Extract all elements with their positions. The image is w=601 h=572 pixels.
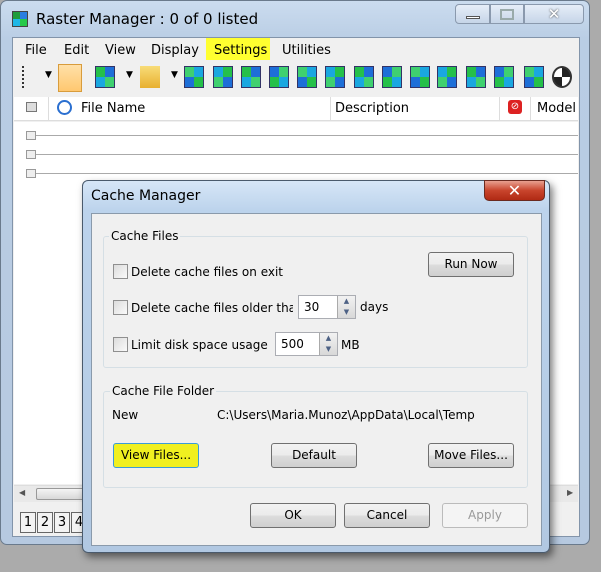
move-files-button[interactable]: Move Files... xyxy=(428,443,514,468)
page-tab-1[interactable]: 1 xyxy=(20,512,36,533)
menu-view[interactable]: View xyxy=(105,43,136,58)
disk-limit-value[interactable]: 500 xyxy=(281,337,304,351)
days-value[interactable]: 30 xyxy=(304,300,319,314)
cache-folder-group xyxy=(103,391,528,488)
raster-detach-icon[interactable] xyxy=(297,66,317,88)
list-sort-icon[interactable] xyxy=(58,64,82,92)
no-symbol-icon: ⊘ xyxy=(508,100,522,114)
folder-path: C:\Users\Maria.Munoz\AppData\Local\Temp xyxy=(217,408,475,422)
move-icon[interactable] xyxy=(354,66,374,88)
list-row[interactable] xyxy=(36,154,578,155)
minimize-button[interactable] xyxy=(455,4,490,24)
run-now-button[interactable]: Run Now xyxy=(428,252,514,277)
display-globe-icon[interactable] xyxy=(552,66,572,88)
dropdown-arrow-icon[interactable]: ▼ xyxy=(126,70,133,80)
app-icon xyxy=(12,11,28,27)
apply-button[interactable]: Apply xyxy=(442,503,528,528)
limit-disk-label: Limit disk space usage to xyxy=(131,338,271,352)
menu-settings[interactable]: Settings xyxy=(214,43,267,58)
days-spinner[interactable]: 30 ▲ ▼ xyxy=(298,295,356,319)
menu-display[interactable]: Display xyxy=(151,43,199,58)
cancel-button[interactable]: Cancel xyxy=(344,503,430,528)
select-icon[interactable] xyxy=(213,66,233,88)
list-row[interactable] xyxy=(36,135,578,136)
zoom-1-1-icon[interactable] xyxy=(524,66,544,88)
transform-icon[interactable] xyxy=(325,66,345,88)
view-files-button[interactable]: View Files... xyxy=(113,443,199,468)
raster-attach-icon[interactable] xyxy=(95,66,115,88)
page-tab-2[interactable]: 2 xyxy=(37,512,53,533)
disk-limit-spinner[interactable]: 500 ▲ ▼ xyxy=(275,332,338,356)
folder-name: New xyxy=(112,408,139,422)
clip-icon[interactable] xyxy=(382,66,402,88)
copy-icon xyxy=(26,102,37,112)
raster-scale-icon[interactable] xyxy=(269,66,289,88)
column-description[interactable]: Description xyxy=(335,101,409,116)
clock-icon xyxy=(57,100,72,115)
default-button[interactable]: Default xyxy=(271,443,357,468)
row-icon xyxy=(26,169,36,178)
mb-unit: MB xyxy=(341,338,360,352)
row-icon xyxy=(26,150,36,159)
terrain-icon[interactable] xyxy=(494,66,514,88)
delete-older-checkbox[interactable] xyxy=(113,300,128,315)
delete-on-exit-label: Delete cache files on exit xyxy=(131,265,284,279)
limit-disk-checkbox[interactable] xyxy=(113,337,128,352)
window-title: Raster Manager : 0 of 0 listed xyxy=(36,10,259,28)
page-tab-3[interactable]: 3 xyxy=(54,512,70,533)
menu-edit[interactable]: Edit xyxy=(64,43,89,58)
reload-icon[interactable] xyxy=(184,66,204,88)
spin-up-down-icon[interactable]: ▲ ▼ xyxy=(337,296,355,318)
dropdown-arrow-icon[interactable]: ▼ xyxy=(45,70,52,80)
cache-files-label: Cache Files xyxy=(109,229,181,243)
delete-older-label: Delete cache files older than xyxy=(131,301,293,315)
tree-view-icon[interactable] xyxy=(22,66,42,88)
row-icon xyxy=(26,131,36,140)
close-button[interactable]: ✕ xyxy=(524,4,584,24)
rotate-icon[interactable] xyxy=(410,66,430,88)
folder-open-icon[interactable] xyxy=(140,66,160,88)
list-row[interactable] xyxy=(36,173,578,174)
menu-utilities[interactable]: Utilities xyxy=(282,43,331,58)
column-file-name[interactable]: File Name xyxy=(81,101,145,116)
column-model[interactable]: Model xyxy=(537,101,576,116)
dropdown-arrow-icon[interactable]: ▼ xyxy=(171,70,178,80)
dialog-title: Cache Manager xyxy=(91,188,201,204)
mirror-icon[interactable] xyxy=(437,66,457,88)
dialog-close-button[interactable]: ✕ xyxy=(484,180,545,201)
delete-on-exit-checkbox[interactable] xyxy=(113,264,128,279)
warp-icon[interactable] xyxy=(466,66,486,88)
maximize-button[interactable] xyxy=(490,4,524,24)
days-unit: days xyxy=(360,300,389,314)
menu-file[interactable]: File xyxy=(25,43,47,58)
raster-icon[interactable] xyxy=(241,66,261,88)
ok-button[interactable]: OK xyxy=(250,503,336,528)
cache-folder-label: Cache File Folder xyxy=(110,384,217,398)
spin-up-down-icon[interactable]: ▲ ▼ xyxy=(319,333,337,355)
